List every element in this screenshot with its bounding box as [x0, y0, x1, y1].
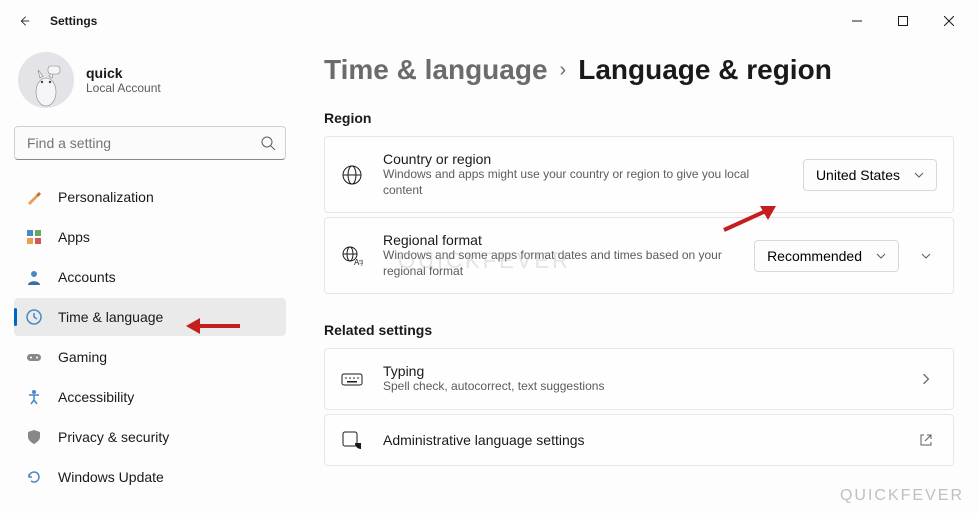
chevron-down-icon [914, 170, 924, 180]
card-title: Country or region [383, 151, 783, 167]
section-title-region: Region [324, 110, 954, 126]
format-dropdown[interactable]: Recommended [754, 240, 899, 272]
apps-icon [26, 229, 42, 245]
sidebar-item-apps[interactable]: Apps [14, 218, 286, 256]
breadcrumb-current: Language & region [578, 54, 832, 86]
breadcrumb: Time & language › Language & region [324, 54, 954, 86]
card-title: Typing [383, 363, 895, 379]
nav-list: Personalization Apps Accounts Time & lan… [14, 178, 286, 496]
gaming-icon [26, 349, 42, 365]
sidebar-item-accessibility[interactable]: Accessibility [14, 378, 286, 416]
search-icon [260, 135, 276, 151]
sidebar-item-personalization[interactable]: Personalization [14, 178, 286, 216]
globe-text-icon: A字 [341, 245, 363, 267]
chevron-down-icon [921, 251, 931, 261]
search-input[interactable] [14, 126, 286, 160]
chevron-down-icon [876, 251, 886, 261]
search-box [14, 126, 286, 160]
titlebar: Settings [0, 0, 978, 42]
back-arrow-icon [17, 14, 31, 28]
admin-language-icon [341, 429, 363, 451]
navigate-button [915, 368, 937, 390]
time-language-icon [26, 309, 42, 325]
section-title-related: Related settings [324, 322, 954, 338]
dropdown-value: United States [816, 167, 900, 183]
sidebar-item-windows-update[interactable]: Windows Update [14, 458, 286, 496]
card-country-region: Country or region Windows and apps might… [324, 136, 954, 213]
window-title: Settings [50, 14, 97, 28]
sidebar-item-label: Accounts [58, 269, 116, 285]
card-admin-language[interactable]: Administrative language settings [324, 414, 954, 466]
personalization-icon [26, 189, 42, 205]
accessibility-icon [26, 389, 42, 405]
windows-update-icon [26, 469, 42, 485]
dropdown-value: Recommended [767, 248, 862, 264]
accounts-icon [26, 269, 42, 285]
sidebar-item-accounts[interactable]: Accounts [14, 258, 286, 296]
sidebar-item-gaming[interactable]: Gaming [14, 338, 286, 376]
country-dropdown[interactable]: United States [803, 159, 937, 191]
sidebar: quick Local Account Personalization Apps… [0, 42, 300, 513]
sidebar-item-label: Privacy & security [58, 429, 169, 445]
svg-text:字: 字 [359, 259, 363, 267]
breadcrumb-parent[interactable]: Time & language [324, 54, 548, 86]
window-controls [834, 5, 972, 37]
avatar [18, 52, 74, 108]
chevron-right-icon: › [560, 59, 567, 82]
external-button [915, 429, 937, 451]
minimize-button[interactable] [834, 5, 880, 37]
back-button[interactable] [6, 3, 42, 39]
profile-name: quick [86, 65, 161, 81]
sidebar-item-time-language[interactable]: Time & language [14, 298, 286, 336]
card-subtitle: Spell check, autocorrect, text suggestio… [383, 379, 895, 395]
sidebar-item-label: Apps [58, 229, 90, 245]
sidebar-item-label: Accessibility [58, 389, 134, 405]
profile-subtitle: Local Account [86, 81, 161, 95]
main-panel: Time & language › Language & region Regi… [300, 42, 978, 513]
sidebar-item-label: Gaming [58, 349, 107, 365]
card-typing[interactable]: Typing Spell check, autocorrect, text su… [324, 348, 954, 410]
nav-active-indicator [14, 308, 17, 326]
sidebar-item-label: Time & language [58, 309, 163, 325]
privacy-icon [26, 429, 42, 445]
maximize-button[interactable] [880, 5, 926, 37]
card-title: Regional format [383, 232, 734, 248]
sidebar-item-label: Personalization [58, 189, 154, 205]
expand-button[interactable] [915, 245, 937, 267]
sidebar-item-privacy[interactable]: Privacy & security [14, 418, 286, 456]
profile-block[interactable]: quick Local Account [14, 42, 286, 126]
close-button[interactable] [926, 5, 972, 37]
sidebar-item-label: Windows Update [58, 469, 164, 485]
card-title: Administrative language settings [383, 432, 895, 448]
card-subtitle: Windows and apps might use your country … [383, 167, 783, 198]
chevron-right-icon [920, 373, 932, 385]
keyboard-icon [341, 368, 363, 390]
card-regional-format: A字 Regional format Windows and some apps… [324, 217, 954, 294]
globe-icon [341, 164, 363, 186]
external-link-icon [919, 433, 933, 447]
card-subtitle: Windows and some apps format dates and t… [383, 248, 734, 279]
